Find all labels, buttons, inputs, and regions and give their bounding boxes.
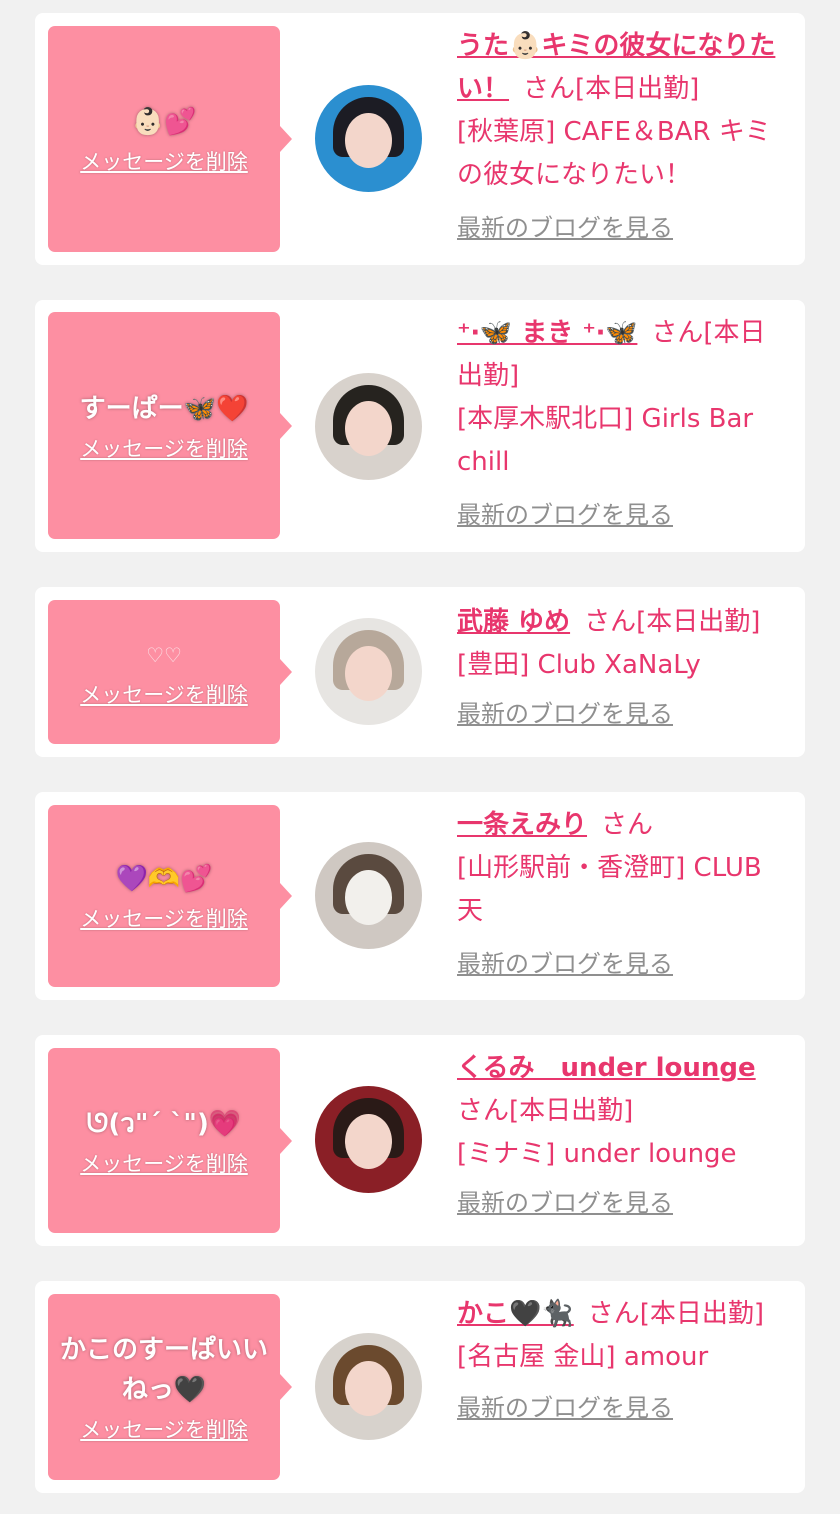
shop-name: [山形駅前・香澄町] CLUB 天 (457, 853, 762, 926)
message-card: 💜🫶💕 メッセージを削除 一条えみり さん [山形駅前・香澄町] CLUB 天 最… (35, 792, 805, 1000)
shop-name: [本厚木駅北口] Girls Bar chill (457, 404, 754, 477)
message-bubble: かこのすーぱいいねっ🖤 メッセージを削除 (48, 1294, 292, 1480)
delete-message-link[interactable]: メッセージを削除 (80, 903, 248, 933)
message-text: すーぱー🦋❤️ (79, 393, 249, 424)
avatar[interactable] (315, 1333, 422, 1440)
latest-blog-link[interactable]: 最新のブログを見る (457, 693, 673, 736)
avatar[interactable] (315, 373, 422, 480)
shop-name: [豊田] Club XaNaLy (457, 650, 701, 680)
message-card: ♡♡ メッセージを削除 武藤 ゆめ さん[本日出勤] [豊田] Club XaNa… (35, 587, 805, 757)
profile-info: 一条えみり さん [山形駅前・香澄町] CLUB 天 最新のブログを見る (457, 804, 791, 986)
status-text: さん[本日出勤] (523, 74, 700, 104)
profile-info: かこ🖤🐈‍⬛ さん[本日出勤] [名古屋 金山] amour 最新のブログを見る (457, 1293, 791, 1430)
message-bubble: 👶🏻💕 メッセージを削除 (48, 26, 292, 252)
profile-name-link[interactable]: かこ🖤🐈‍⬛ (457, 1299, 574, 1329)
profile-info: 武藤 ゆめ さん[本日出勤] [豊田] Club XaNaLy 最新のブログを見る (457, 601, 791, 736)
status-text: さん[本日出勤] (584, 607, 761, 637)
avatar[interactable] (315, 618, 422, 725)
message-text: かこのすーぱいいねっ🖤 (59, 1335, 268, 1405)
latest-blog-link[interactable]: 最新のブログを見る (457, 494, 673, 537)
message-text: 👶🏻💕 (131, 107, 197, 137)
latest-blog-link[interactable]: 最新のブログを見る (457, 943, 673, 986)
latest-blog-link[interactable]: 最新のブログを見る (457, 207, 673, 250)
avatar[interactable] (315, 842, 422, 949)
status-text: さん[本日出勤] (587, 1299, 765, 1329)
message-text: 💜🫶💕 (115, 864, 213, 894)
message-card: かこのすーぱいいねっ🖤 メッセージを削除 かこ🖤🐈‍⬛ さん[本日出勤] [名古屋… (35, 1281, 805, 1493)
message-text: ♡♡ (146, 643, 182, 667)
profile-name-link[interactable]: くるみ under lounge (457, 1053, 756, 1083)
message-card: ᘎ(ว"ˊ ˋ")💗 メッセージを削除 くるみ under lounge さん[… (35, 1035, 805, 1246)
message-bubble: すーぱー🦋❤️ メッセージを削除 (48, 312, 292, 539)
shop-name: [名古屋 金山] amour (457, 1342, 709, 1372)
message-bubble: ♡♡ メッセージを削除 (48, 600, 292, 744)
avatar[interactable] (315, 1086, 422, 1193)
message-bubble: 💜🫶💕 メッセージを削除 (48, 805, 292, 987)
shop-name: [秋葉原] CAFE＆BAR キミの彼女になりたい！ (457, 117, 771, 190)
profile-info: うた👶🏻キミの彼女になりたい！ さん[本日出勤] [秋葉原] CAFE＆BAR キ… (457, 25, 791, 250)
profile-name-link[interactable]: ⁺‧🦋 まき ⁺‧🦋 (457, 318, 637, 348)
avatar[interactable] (315, 85, 422, 192)
profile-name-link[interactable]: 一条えみり (457, 810, 587, 840)
delete-message-link[interactable]: メッセージを削除 (80, 1414, 248, 1444)
profile-info: くるみ under lounge さん[本日出勤] [ミナミ] under lo… (457, 1047, 791, 1225)
latest-blog-link[interactable]: 最新のブログを見る (457, 1387, 673, 1430)
delete-message-link[interactable]: メッセージを削除 (80, 433, 248, 463)
message-card: すーぱー🦋❤️ メッセージを削除 ⁺‧🦋 まき ⁺‧🦋 さん[本日出勤] [本厚木… (35, 300, 805, 552)
status-text: さん (601, 810, 654, 840)
message-text: ᘎ(ว"ˊ ˋ")💗 (86, 1108, 242, 1139)
message-bubble: ᘎ(ว"ˊ ˋ")💗 メッセージを削除 (48, 1048, 292, 1233)
profile-info: ⁺‧🦋 まき ⁺‧🦋 さん[本日出勤] [本厚木駅北口] Girls Bar ch… (457, 312, 791, 537)
delete-message-link[interactable]: メッセージを削除 (80, 1148, 248, 1178)
delete-message-link[interactable]: メッセージを削除 (80, 679, 248, 709)
status-text: さん[本日出勤] (457, 1096, 634, 1126)
latest-blog-link[interactable]: 最新のブログを見る (457, 1182, 673, 1225)
profile-name-link[interactable]: 武藤 ゆめ (457, 607, 570, 637)
message-list: 👶🏻💕 メッセージを削除 うた👶🏻キミの彼女になりたい！ さん[本日出勤] [秋葉… (0, 0, 840, 1514)
shop-name: [ミナミ] under lounge (457, 1139, 737, 1169)
delete-message-link[interactable]: メッセージを削除 (80, 146, 248, 176)
message-card: 👶🏻💕 メッセージを削除 うた👶🏻キミの彼女になりたい！ さん[本日出勤] [秋葉… (35, 13, 805, 265)
